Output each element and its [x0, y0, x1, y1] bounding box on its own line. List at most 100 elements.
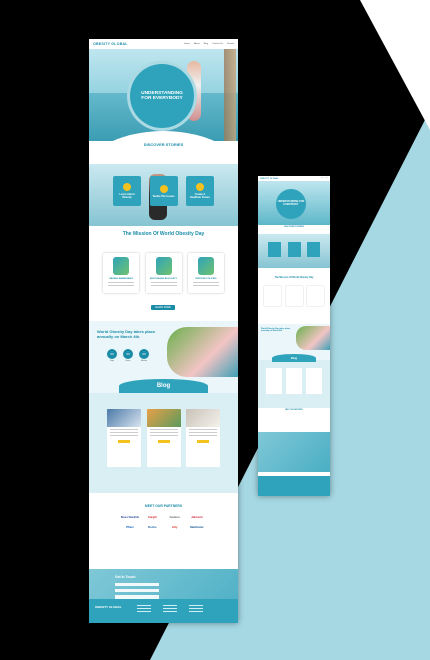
hero-title: UNDERSTANDING FOR EVERYBODY [276, 189, 306, 219]
blog-post-card[interactable] [146, 409, 181, 467]
read-more-button[interactable] [197, 440, 209, 443]
blog-post-card[interactable] [107, 409, 141, 467]
story-card[interactable] [268, 242, 281, 257]
text-line [149, 435, 178, 436]
countdown-label: Minutes [140, 360, 148, 362]
navbar: OBESITY GLOBAL Home About Blog Contact U… [89, 39, 238, 49]
blog-post-image [186, 409, 220, 427]
mission-card-label: RAISING AWARENESS [109, 278, 133, 280]
partner-logo[interactable]: Lilly [164, 525, 186, 529]
name-field[interactable] [115, 583, 159, 586]
nav-link[interactable]: About [194, 43, 200, 45]
site-logo[interactable]: OBESITY GLOBAL [93, 42, 128, 46]
partner-logo[interactable]: Johnson [186, 515, 208, 519]
mission-card-label: IMPROVE POLICIES [195, 278, 217, 280]
text-line [193, 285, 219, 287]
hero-section: UNDERSTANDING FOR EVERYBODY [258, 181, 330, 225]
footer-column [189, 605, 203, 614]
blog-post-card[interactable] [186, 409, 220, 467]
wod-title: World Obesity Day takes place annually o… [261, 328, 291, 333]
partners-title: MEET OUR PARTNERS [285, 410, 303, 411]
hero-circle: UNDERSTANDING FOR EVERYBODY [127, 61, 197, 131]
story-card[interactable]: Create A Healthier Future [186, 176, 214, 206]
mission-card [264, 286, 281, 306]
countdown: 00 Days 00 Hours 00 Minutes [107, 349, 149, 362]
countdown-item: 00 Hours [123, 349, 133, 362]
partner-logo[interactable]: Gedeon [164, 515, 186, 519]
blog-post-card[interactable] [286, 368, 302, 394]
stories-section [258, 234, 330, 268]
read-more-button[interactable] [118, 440, 130, 443]
blog-post-image [107, 409, 141, 427]
mission-card: IMPROVE POLICIES [188, 253, 224, 293]
countdown-value: 00 [139, 349, 149, 359]
partner-logo[interactable]: Roche [141, 525, 163, 529]
read-more-button[interactable] [157, 440, 170, 443]
desktop-mockup: OBESITY GLOBAL Home About Blog Contact U… [89, 39, 238, 623]
footer-column [137, 605, 151, 614]
blog-title: Blog [119, 379, 208, 393]
stories-section: Learn About Obesity Tackle The Issues Cr… [89, 164, 238, 226]
nav-link[interactable]: Blog [204, 43, 208, 45]
nav-links: Home Blog [321, 178, 328, 179]
stretching-woman-image [167, 327, 238, 377]
story-card[interactable]: Tackle The Issues [149, 176, 178, 206]
partners-title: MEET OUR PARTNERS [144, 504, 183, 508]
discover-title: DISCOVER STORIES [284, 226, 304, 228]
partner-logo[interactable]: Novo Nordisk [119, 515, 141, 519]
mobile-mockup: OBESITY GLOBAL Home Blog UNDERSTANDING F… [258, 176, 330, 496]
text-line [150, 282, 177, 284]
hero-palm-image [224, 49, 236, 141]
nav-link[interactable]: Donate [227, 43, 234, 45]
footer [258, 476, 330, 496]
partner-logo[interactable]: Cargill [141, 515, 163, 519]
learn-more-button[interactable]: LEARN MORE [151, 305, 175, 310]
text-line [110, 435, 138, 436]
story-icon [159, 184, 168, 193]
mission-title: The Mission Of World Obesity Day [122, 231, 205, 237]
countdown-item: 00 Minutes [139, 349, 149, 362]
text-line [149, 429, 178, 430]
mission-card: RAISING AWARENESS [103, 253, 139, 293]
blog-post-card[interactable] [306, 368, 322, 394]
countdown-item: 00 Days [107, 349, 117, 362]
text-line [108, 285, 134, 287]
countdown-label: Days [109, 360, 115, 362]
countdown-value: 00 [107, 349, 117, 359]
partner-logo[interactable]: Medtronic [186, 525, 208, 529]
nav-link[interactable]: Home [184, 43, 190, 45]
partner-logo[interactable]: Pfizer [119, 525, 141, 529]
blog-post-card[interactable] [266, 368, 282, 394]
mission-illustration [113, 257, 129, 275]
text-line [110, 429, 138, 430]
story-card[interactable] [307, 242, 320, 257]
text-line [189, 432, 217, 433]
blog-posts [107, 409, 220, 467]
footer-column [163, 605, 177, 614]
blog-posts [266, 368, 322, 394]
text-line [150, 285, 177, 287]
nav-link[interactable]: Home [321, 178, 324, 179]
nav-link[interactable]: Contact Us [212, 43, 223, 45]
nav-link[interactable]: Blog [326, 178, 328, 179]
story-icon [123, 183, 131, 191]
site-logo[interactable]: OBESITY GLOBAL [260, 178, 279, 180]
story-card[interactable]: Learn About Obesity [113, 176, 141, 206]
story-card[interactable] [287, 242, 301, 257]
story-card-label: Create A Healthier Future [190, 193, 210, 199]
stretching-woman-image [296, 326, 330, 350]
email-field[interactable] [115, 589, 159, 592]
stories-cards [268, 242, 320, 257]
blog-section [89, 393, 238, 493]
blog-post-image [146, 409, 181, 427]
footer: OBESITY GLOBAL [89, 599, 238, 623]
hero-section: UNDERSTANDING FOR EVERYBODY [89, 49, 238, 141]
mission-card [307, 286, 324, 306]
text-line [189, 429, 217, 430]
mission-card-label: ENCOURAGE ADVOCACY [149, 278, 178, 280]
footer-logo[interactable]: OBESITY GLOBAL [95, 605, 122, 609]
contact-title: Get In Touch [115, 575, 136, 579]
countdown-label: Hours [125, 360, 131, 362]
blog-section: Blog [258, 354, 330, 408]
countdown-value: 00 [123, 349, 133, 359]
